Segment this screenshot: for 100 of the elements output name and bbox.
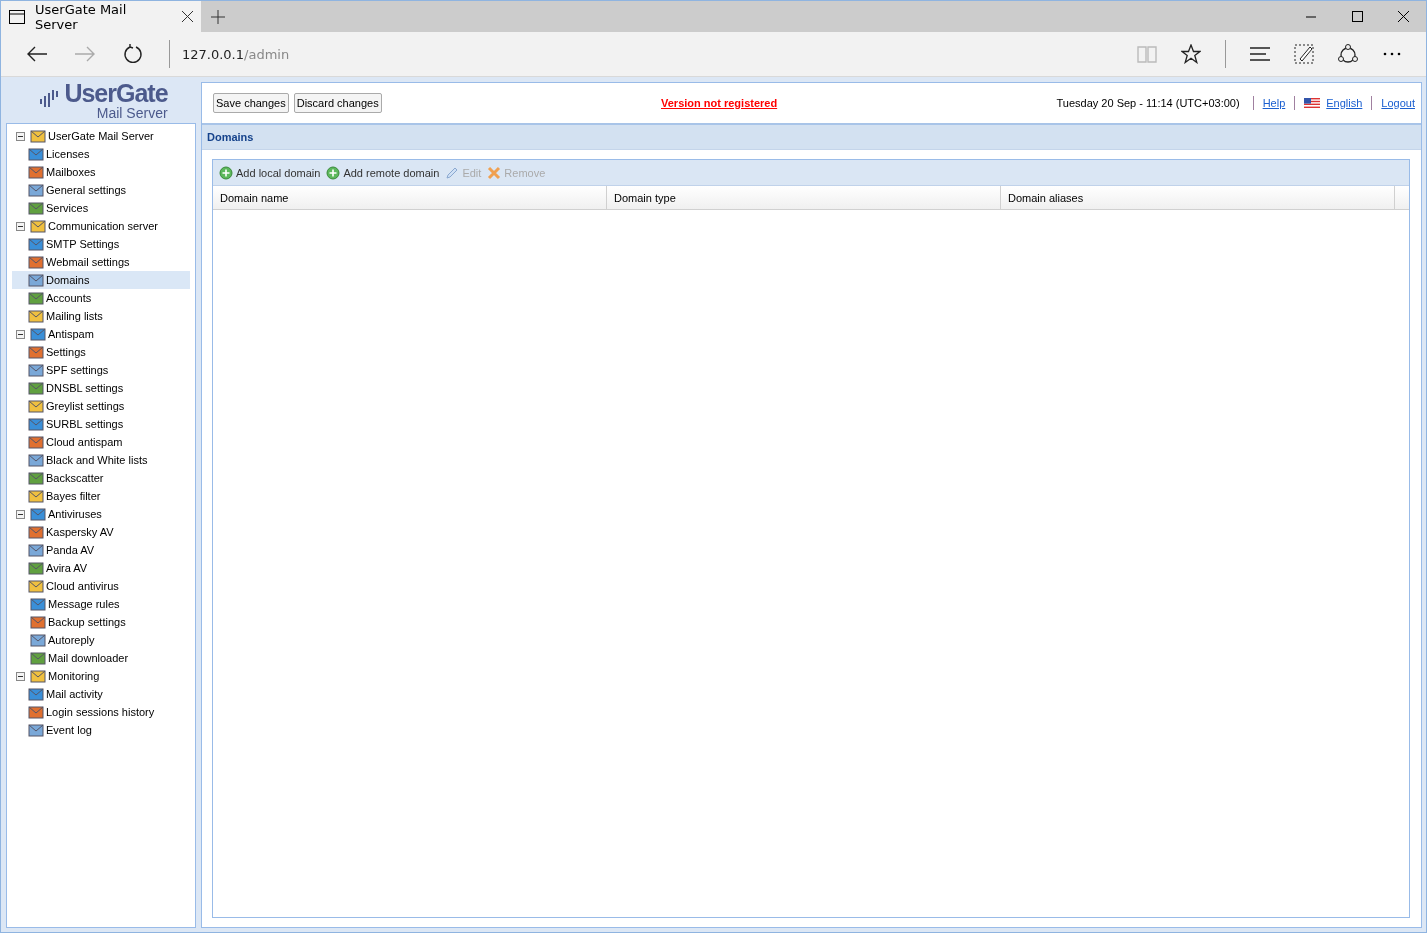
section-title: Domains [202, 125, 1421, 150]
tree-item[interactable]: Antispam [12, 325, 190, 343]
pencil-icon [445, 165, 460, 180]
envelope-icon [28, 488, 44, 504]
envelope-icon [28, 398, 44, 414]
toolbar-button[interactable]: Save changes [213, 93, 289, 113]
tree-item[interactable]: Login sessions history [12, 703, 190, 721]
tree-item[interactable]: Mailing lists [12, 307, 190, 325]
minimize-icon[interactable] [1306, 15, 1316, 18]
collapse-icon[interactable] [16, 509, 25, 519]
envelope-icon [28, 470, 44, 486]
cross-icon [487, 165, 502, 180]
tree-item[interactable]: Bayes filter [12, 487, 190, 505]
tree-item[interactable]: Webmail settings [12, 253, 190, 271]
envelope-icon [30, 668, 46, 684]
tree-item[interactable]: Backup settings [12, 613, 190, 631]
toolbar-button[interactable]: Add remote domain [326, 165, 440, 180]
tree-item[interactable]: Monitoring [12, 667, 190, 685]
collapse-icon[interactable] [16, 131, 25, 141]
logo-subtitle: Mail Server [96, 105, 168, 120]
maximize-icon[interactable] [1351, 11, 1363, 22]
column-header[interactable]: Domain name [213, 186, 607, 209]
registration-link[interactable]: Version not registered [661, 97, 778, 109]
logout-link[interactable]: Logout [1381, 97, 1415, 109]
envelope-icon [28, 434, 44, 450]
collapse-icon[interactable] [16, 221, 25, 231]
tree-item[interactable]: General settings [12, 181, 190, 199]
toolbar-button: Remove [487, 165, 546, 180]
close-icon[interactable] [1397, 11, 1409, 22]
envelope-icon [28, 560, 44, 576]
envelope-icon [28, 686, 44, 702]
toolbar-button: Edit [445, 165, 482, 180]
tree-item[interactable]: Panda AV [12, 541, 190, 559]
tree-item[interactable]: Antiviruses [12, 505, 190, 523]
window-icon [9, 9, 25, 24]
envelope-icon [28, 272, 44, 288]
envelope-icon [28, 380, 44, 396]
envelope-icon [30, 326, 46, 342]
envelope-icon [28, 254, 44, 270]
tab-title: UserGate Mail Server [35, 1, 128, 32]
star-icon[interactable] [1181, 44, 1201, 64]
envelope-icon [28, 452, 44, 468]
toolbar-button[interactable]: Add local domain [219, 165, 321, 180]
pen-icon[interactable] [1294, 44, 1314, 64]
tree-item[interactable]: Accounts [12, 289, 190, 307]
tree-item[interactable]: Settings [12, 343, 190, 361]
envelope-icon [28, 200, 44, 216]
tree-item[interactable]: SMTP Settings [12, 235, 190, 253]
toolbar-button[interactable]: Discard changes [293, 93, 382, 113]
tree-item[interactable]: DNSBL settings [12, 379, 190, 397]
plus-icon [326, 165, 341, 180]
tree-item[interactable]: Mailboxes [12, 163, 190, 181]
envelope-icon [30, 128, 46, 144]
more-icon[interactable] [1383, 52, 1401, 56]
tree-item[interactable]: Cloud antivirus [12, 577, 190, 595]
tree-item[interactable]: Message rules [12, 595, 190, 613]
collapse-icon[interactable] [16, 329, 25, 339]
tree-item[interactable]: Mail downloader [12, 649, 190, 667]
envelope-icon [28, 524, 44, 540]
collapse-icon[interactable] [16, 671, 25, 681]
share-icon[interactable] [1337, 44, 1359, 64]
tree-item[interactable]: Black and White lists [12, 451, 190, 469]
tree-item[interactable]: UserGate Mail Server [12, 127, 190, 145]
back-icon[interactable] [27, 46, 47, 62]
tree-item[interactable]: Backscatter [12, 469, 190, 487]
tree-item[interactable]: Services [12, 199, 190, 217]
tree-item[interactable]: Autoreply [12, 631, 190, 649]
tree-item[interactable]: Greylist settings [12, 397, 190, 415]
envelope-icon [28, 164, 44, 180]
envelope-icon [28, 416, 44, 432]
tree-item[interactable]: Cloud antispam [12, 433, 190, 451]
tree-item[interactable]: Kaspersky AV [12, 523, 190, 541]
envelope-icon [30, 506, 46, 522]
tree-item[interactable]: Licenses [12, 145, 190, 163]
browser-tab[interactable]: UserGate Mail Server [1, 1, 201, 32]
refresh-icon[interactable] [123, 44, 143, 64]
tree-item[interactable]: Mail activity [12, 685, 190, 703]
tree-item[interactable]: SPF settings [12, 361, 190, 379]
tree-item[interactable]: Domains [12, 271, 190, 289]
envelope-icon [28, 290, 44, 306]
column-header[interactable]: Domain type [607, 186, 1001, 209]
tree-item[interactable]: Event log [12, 721, 190, 739]
envelope-icon [28, 344, 44, 360]
help-link[interactable]: Help [1262, 97, 1286, 109]
tree-item[interactable]: SURBL settings [12, 415, 190, 433]
envelope-icon [30, 614, 46, 630]
tree-item[interactable]: Avira AV [12, 559, 190, 577]
menu-icon[interactable] [1250, 47, 1270, 61]
envelope-icon [28, 578, 44, 594]
envelope-icon [30, 650, 46, 666]
close-icon[interactable] [182, 11, 193, 22]
date-time: Tuesday 20 Sep - 11:14 (UTC+03:00) [1056, 97, 1240, 109]
envelope-icon [30, 596, 46, 612]
envelope-icon [28, 722, 44, 738]
language-link[interactable]: English [1326, 97, 1363, 109]
column-header[interactable]: Domain aliases [1001, 186, 1395, 209]
envelope-icon [28, 236, 44, 252]
tree-item[interactable]: Communication server [12, 217, 190, 235]
envelope-icon [28, 542, 44, 558]
flag-icon[interactable] [1304, 98, 1321, 108]
